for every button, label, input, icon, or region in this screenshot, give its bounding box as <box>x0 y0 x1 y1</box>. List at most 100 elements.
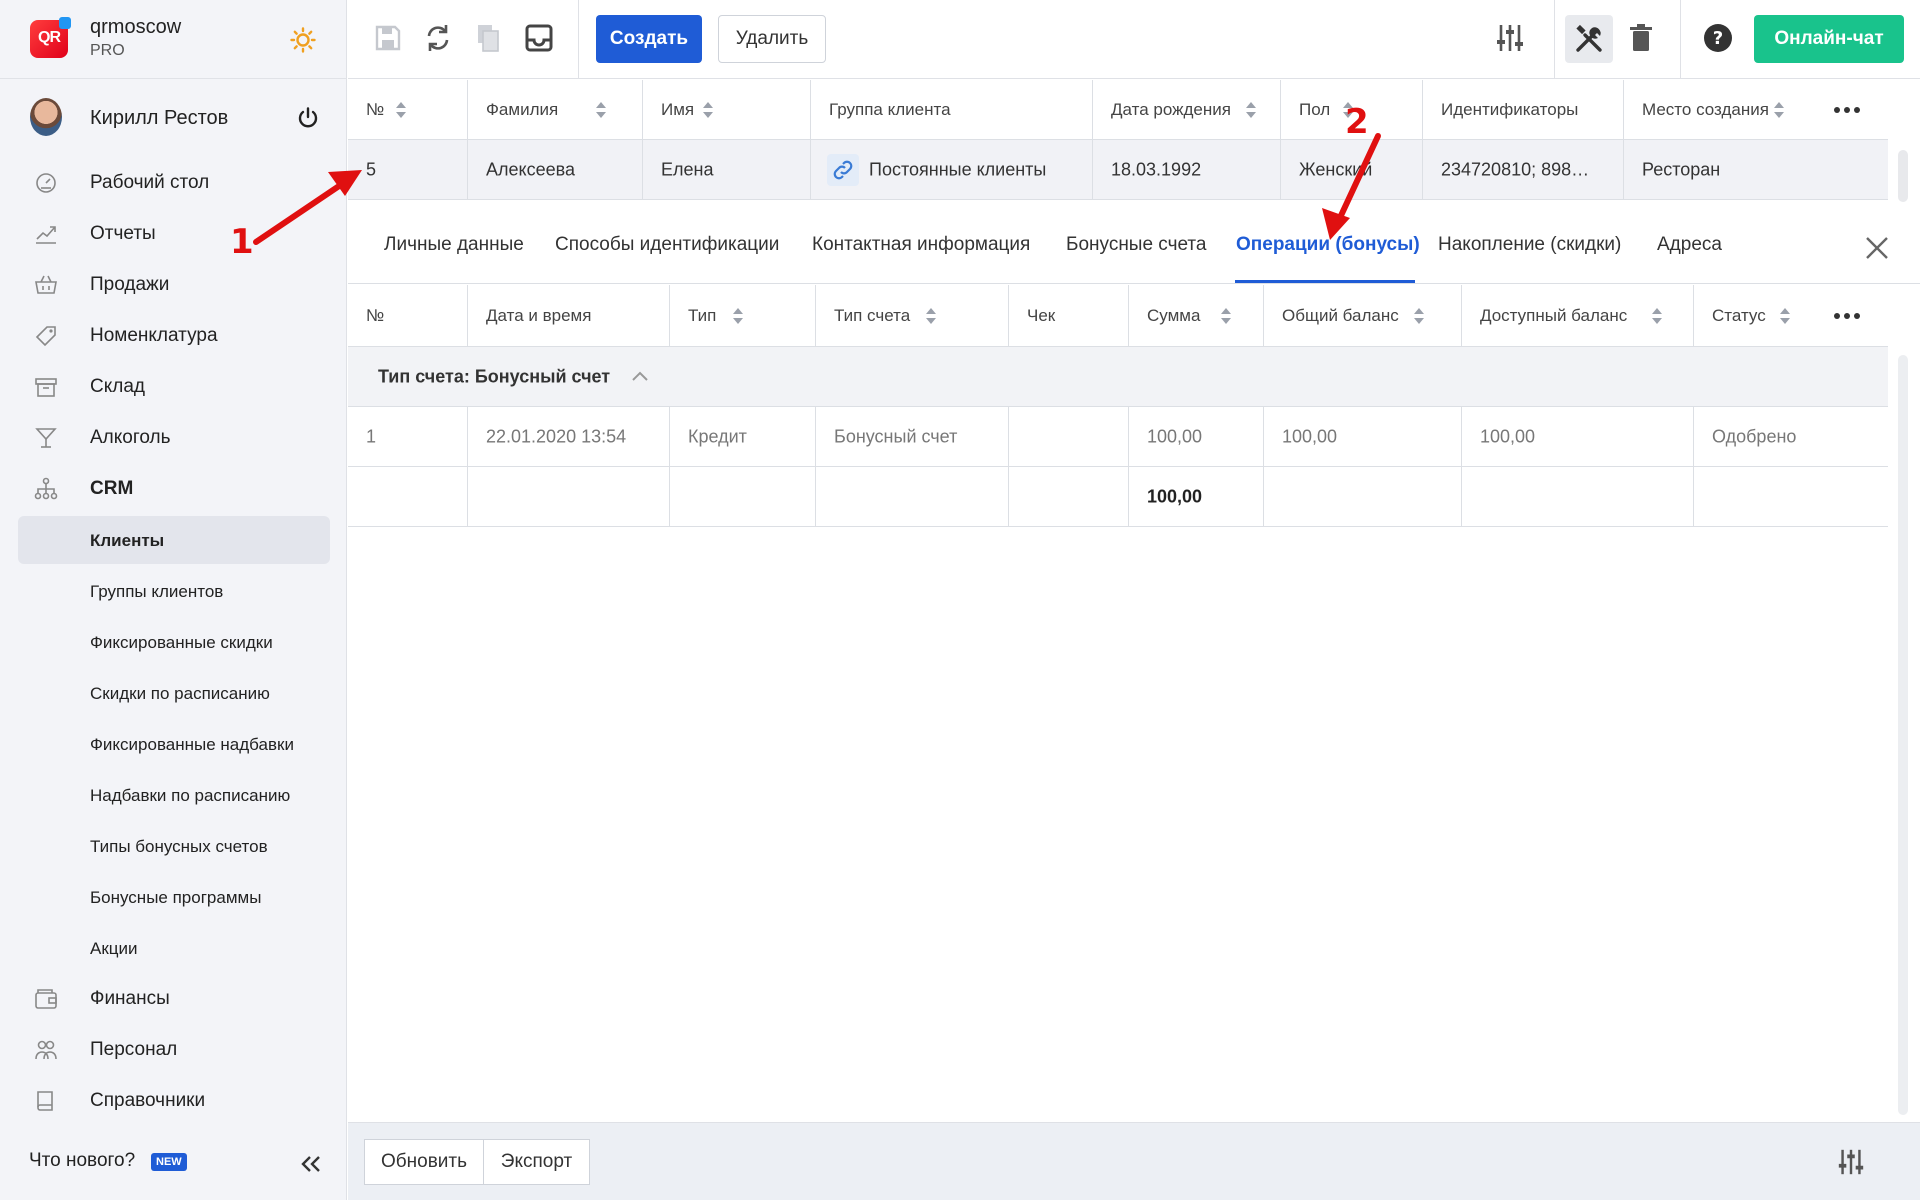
user-name: Кирилл Рестов <box>90 107 229 129</box>
save-icon[interactable] <box>372 22 404 54</box>
power-icon[interactable] <box>296 106 320 130</box>
tab-accumulation-discounts[interactable]: Накопление (скидки) <box>1438 234 1621 256</box>
more-columns-icon[interactable] <box>1834 312 1860 319</box>
bottom-bar: Обновить Экспорт <box>348 1122 1920 1200</box>
sun-icon[interactable] <box>290 27 316 53</box>
settings-sliders-icon[interactable] <box>1494 22 1526 54</box>
column-header-available-balance[interactable]: Доступный баланс <box>1462 285 1694 346</box>
brand-header: QR qrmoscow PRO <box>0 0 347 79</box>
column-header-number[interactable]: № <box>348 285 468 346</box>
create-button[interactable]: Создать <box>596 15 702 63</box>
tab-identification-methods[interactable]: Способы идентификации <box>555 234 779 256</box>
archive-box-icon <box>35 378 57 397</box>
column-header-creation-place[interactable]: Место создания <box>1624 80 1888 139</box>
refresh-button[interactable]: Обновить <box>364 1139 484 1185</box>
sort-icon[interactable] <box>1774 101 1784 118</box>
sidebar-item-sales[interactable]: Продажи <box>18 261 330 309</box>
cell-type: Кредит <box>670 407 816 466</box>
sidebar-item-fixed-surcharges[interactable]: Фиксированные надбавки <box>18 720 330 768</box>
tab-bonus-operations[interactable]: Операции (бонусы) <box>1236 234 1420 256</box>
help-icon[interactable]: ? <box>1702 22 1734 54</box>
tab-personal-data[interactable]: Личные данные <box>384 234 524 256</box>
column-header-identifiers[interactable]: Идентификаторы <box>1423 80 1624 139</box>
book-icon <box>37 1091 53 1111</box>
online-chat-button[interactable]: Онлайн-чат <box>1754 15 1904 63</box>
sidebar-item-scheduled-discounts[interactable]: Скидки по расписанию <box>18 669 330 717</box>
sidebar-item-fixed-discounts[interactable]: Фиксированные скидки <box>18 618 330 666</box>
tab-contact-info[interactable]: Контактная информация <box>812 234 1030 256</box>
tools-button[interactable] <box>1565 15 1613 63</box>
sidebar-item-clients[interactable]: Клиенты <box>18 516 330 564</box>
column-header-status[interactable]: Статус <box>1694 285 1888 346</box>
sort-icon[interactable] <box>1414 307 1424 324</box>
column-header-amount[interactable]: Сумма <box>1129 285 1264 346</box>
cell-receipt <box>1009 407 1129 466</box>
settings-sliders-icon[interactable] <box>1836 1147 1866 1177</box>
more-columns-icon[interactable] <box>1834 106 1860 113</box>
cell-amount: 100,00 <box>1129 407 1264 466</box>
table-row[interactable]: 5 Алексеева Елена Постоянные клиенты 18.… <box>348 140 1888 200</box>
operations-scrollbar[interactable] <box>1898 355 1908 1115</box>
column-header-lastname[interactable]: Фамилия <box>468 80 643 139</box>
collapse-sidebar-icon[interactable] <box>300 1153 322 1175</box>
clients-scrollbar[interactable] <box>1898 150 1908 202</box>
sidebar: QR qrmoscow PRO Кирилл Рестов Рабочий ст… <box>0 0 347 1200</box>
sidebar-item-warehouse[interactable]: Склад <box>18 363 330 411</box>
cell-identifiers: 234720810; 898… <box>1423 140 1624 199</box>
column-header-account-type[interactable]: Тип счета <box>816 285 1009 346</box>
column-header-datetime[interactable]: Дата и время <box>468 285 670 346</box>
tab-bonus-accounts[interactable]: Бонусные счета <box>1066 234 1207 256</box>
column-header-birthdate[interactable]: Дата рождения <box>1093 80 1281 139</box>
trash-icon[interactable] <box>1625 22 1657 54</box>
table-row[interactable]: 1 22.01.2020 13:54 Кредит Бонусный счет … <box>348 407 1888 467</box>
sidebar-item-finance[interactable]: Финансы <box>18 975 330 1023</box>
sidebar-item-directories[interactable]: Справочники <box>18 1077 330 1125</box>
sort-icon[interactable] <box>1780 307 1790 324</box>
avatar <box>30 98 62 136</box>
column-header-firstname[interactable]: Имя <box>643 80 811 139</box>
sort-icon[interactable] <box>733 307 743 324</box>
sort-icon[interactable] <box>396 101 406 118</box>
refresh-icon[interactable] <box>422 22 454 54</box>
people-icon <box>35 1040 57 1060</box>
delete-button[interactable]: Удалить <box>718 15 826 63</box>
chevron-up-icon[interactable] <box>630 367 650 387</box>
tab-addresses[interactable]: Адреса <box>1657 234 1722 256</box>
link-icon[interactable] <box>827 154 859 186</box>
sort-icon[interactable] <box>1221 307 1231 324</box>
operations-header-row: № Дата и время Тип Тип счета Чек Сумма О… <box>348 285 1888 347</box>
sort-icon[interactable] <box>703 101 713 118</box>
sidebar-item-bonus-programs[interactable]: Бонусные программы <box>18 873 330 921</box>
sidebar-item-client-groups[interactable]: Группы клиентов <box>18 567 330 615</box>
close-icon[interactable] <box>1863 234 1891 262</box>
sidebar-item-nomenclature[interactable]: Номенклатура <box>18 312 330 360</box>
cell-account-type: Бонусный счет <box>816 407 1009 466</box>
column-header-type[interactable]: Тип <box>670 285 816 346</box>
column-header-receipt[interactable]: Чек <box>1009 285 1129 346</box>
column-header-number[interactable]: № <box>348 80 468 139</box>
column-header-client-group[interactable]: Группа клиента <box>811 80 1093 139</box>
sidebar-item-bonus-account-types[interactable]: Типы бонусных счетов <box>18 822 330 870</box>
export-button[interactable]: Экспорт <box>483 1139 590 1185</box>
whats-new-link[interactable]: Что нового? <box>29 1150 135 1172</box>
sidebar-item-promotions[interactable]: Акции <box>18 924 330 972</box>
sidebar-item-dashboard[interactable]: Рабочий стол <box>18 159 330 207</box>
sidebar-item-staff[interactable]: Персонал <box>18 1026 330 1074</box>
sidebar-item-reports[interactable]: Отчеты <box>18 210 330 258</box>
sort-icon[interactable] <box>1652 307 1662 324</box>
chart-trend-icon <box>36 226 56 244</box>
cell-total-balance: 100,00 <box>1264 407 1462 466</box>
sort-icon[interactable] <box>926 307 936 324</box>
inbox-icon[interactable] <box>523 22 555 54</box>
sort-icon[interactable] <box>596 101 606 118</box>
sidebar-item-scheduled-surcharges[interactable]: Надбавки по расписанию <box>18 771 330 819</box>
brand-name: qrmoscow <box>90 16 182 38</box>
column-header-total-balance[interactable]: Общий баланс <box>1264 285 1462 346</box>
sidebar-item-alcohol[interactable]: Алкоголь <box>18 414 330 462</box>
copy-icon[interactable] <box>472 22 504 54</box>
group-row[interactable]: Тип счета: Бонусный счет <box>348 347 1888 407</box>
clients-header-row: № Фамилия Имя Группа клиента Дата рожден… <box>348 80 1888 140</box>
sort-icon[interactable] <box>1246 101 1256 118</box>
sidebar-item-crm[interactable]: CRM <box>18 465 330 513</box>
tag-icon <box>35 326 56 347</box>
